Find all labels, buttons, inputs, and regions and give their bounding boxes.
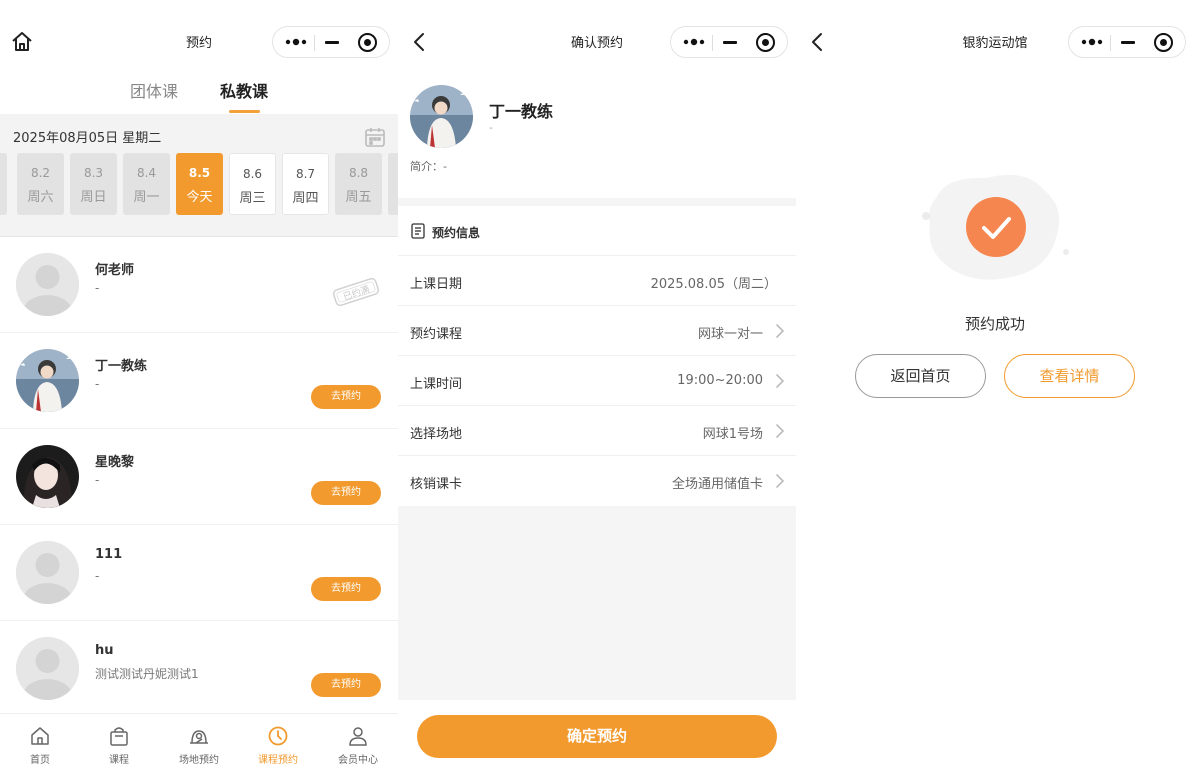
- tab-private-class[interactable]: 私教课: [220, 78, 268, 102]
- coach-row[interactable]: 何老师 - 已约满: [0, 237, 398, 333]
- info-row-card[interactable]: 核销课卡 全场通用储值卡: [398, 456, 796, 506]
- success-message: 预约成功: [964, 315, 1025, 333]
- active-tab-indicator: [229, 110, 260, 113]
- coach-row[interactable]: 星晚黎 - 去预约: [0, 429, 398, 525]
- coach-row[interactable]: 丁一教练 - 去预约: [0, 333, 398, 429]
- mini-program-capsule[interactable]: [1068, 26, 1186, 58]
- minimize-icon[interactable]: [723, 41, 737, 44]
- tabbar-item-venue[interactable]: 场地预约: [159, 714, 239, 772]
- coach-name: 星晚黎: [95, 455, 135, 470]
- avatar-placeholder: [16, 637, 79, 700]
- booking-info-card: 预约信息 上课日期 2025.08.05（周二） 预约课程 网球一对一 上课时间…: [398, 206, 796, 506]
- chevron-right-icon: [776, 324, 785, 338]
- success-check-icon: [966, 197, 1026, 257]
- book-button[interactable]: 去预约: [311, 385, 381, 409]
- capsule-divider: [314, 35, 315, 51]
- navbar: 确认预约: [398, 0, 796, 82]
- chevron-right-icon: [776, 474, 785, 488]
- venue-icon: [190, 730, 208, 744]
- info-row-venue[interactable]: 选择场地 网球1号场: [398, 406, 796, 456]
- avatar: [16, 349, 79, 412]
- bottom-tabbar: 首页 课程 场地预约 课程预约 会员中心: [0, 713, 398, 772]
- avatar: [16, 445, 79, 508]
- avatar-placeholder: [16, 253, 79, 316]
- coach-name: 111: [95, 547, 123, 562]
- book-button[interactable]: 去预约: [311, 673, 381, 697]
- tabbar-item-courses[interactable]: 课程: [79, 714, 159, 772]
- fully-booked-stamp-icon: 已约满: [332, 277, 380, 307]
- tabbar-item-member-center[interactable]: 会员中心: [318, 714, 398, 772]
- coach-intro: 简介：-: [410, 160, 447, 173]
- chevron-right-icon: [776, 424, 785, 438]
- mini-program-capsule[interactable]: [670, 26, 788, 58]
- day-item[interactable]: 8.6 周三: [229, 153, 276, 215]
- day-item-today[interactable]: 8.5 今天: [176, 153, 223, 215]
- coach-name: 丁一教练: [489, 102, 554, 121]
- user-icon: [349, 727, 367, 746]
- booking-success-screen: 银豹运动馆 预约成功 返回首页 查看详情: [796, 0, 1194, 772]
- document-icon: [411, 223, 425, 239]
- book-button[interactable]: 去预约: [311, 481, 381, 505]
- avatar: [410, 85, 473, 148]
- day-item[interactable]: 8.4 周一: [123, 153, 170, 215]
- bag-icon: [110, 727, 128, 746]
- avatar-placeholder: [16, 541, 79, 604]
- close-target-icon[interactable]: [358, 33, 377, 52]
- chevron-right-icon: [776, 374, 785, 388]
- info-row-course[interactable]: 预约课程 网球一对一: [398, 306, 796, 356]
- day-partial-left[interactable]: [0, 153, 7, 215]
- minimize-icon[interactable]: [1121, 41, 1135, 44]
- home-icon: [31, 727, 49, 745]
- tabbar-item-home[interactable]: 首页: [0, 714, 80, 772]
- tab-group-class[interactable]: 团体课: [130, 78, 178, 102]
- mini-program-capsule[interactable]: [272, 26, 390, 58]
- navbar: 银豹运动馆: [796, 0, 1194, 82]
- selected-date-label: 2025年08月05日 星期二: [13, 131, 162, 146]
- coach-list: 何老师 - 已约满 丁一教练 - 去预约 星晚黎 - 去预约 111 - 去预约…: [0, 237, 398, 717]
- booking-screen: 预约 团体课 私教课 2025年08月05日 星期二 8.2 周六 8.3 周日 8…: [0, 0, 398, 772]
- coach-row[interactable]: 111 - 去预约: [0, 525, 398, 621]
- close-target-icon[interactable]: [1154, 33, 1173, 52]
- coach-name: 丁一教练: [95, 359, 148, 374]
- more-dots-icon[interactable]: [285, 37, 309, 47]
- clock-icon: [268, 726, 288, 746]
- coach-row[interactable]: hu 测试测试丹妮测试1 去预约: [0, 621, 398, 717]
- tabbar-item-course-booking[interactable]: 课程预约: [238, 714, 318, 772]
- course-type-tabs: 团体课 私教课: [0, 70, 398, 114]
- coach-desc: 测试测试丹妮测试1: [95, 667, 199, 681]
- capsule-divider: [1110, 35, 1111, 51]
- info-row-time[interactable]: 上课时间 19:00~20:00: [398, 356, 796, 406]
- day-item[interactable]: 8.7 周四: [282, 153, 329, 215]
- booking-info-header: 预约信息: [398, 206, 796, 256]
- coach-desc: -: [95, 281, 100, 295]
- coach-name: 何老师: [95, 263, 135, 278]
- coach-name: hu: [95, 643, 114, 658]
- confirm-booking-button[interactable]: 确定预约: [417, 715, 777, 758]
- capsule-divider: [712, 35, 713, 51]
- more-dots-icon[interactable]: [1081, 37, 1105, 47]
- day-item[interactable]: 8.3 周日: [70, 153, 117, 215]
- coach-header: 丁一教练 - 简介：-: [398, 82, 796, 198]
- coach-desc: -: [95, 473, 100, 487]
- confirm-booking-screen: 确认预约 丁一教练 - 简介：- 预约信息 上课日期 2025.08.05（周二…: [398, 0, 796, 772]
- coach-desc: -: [95, 377, 100, 391]
- view-details-button[interactable]: 查看详情: [1004, 354, 1135, 398]
- minimize-icon[interactable]: [325, 41, 339, 44]
- book-button[interactable]: 去预约: [311, 577, 381, 601]
- back-home-button[interactable]: 返回首页: [855, 354, 986, 398]
- day-item[interactable]: 8.8 周五: [335, 153, 382, 215]
- day-partial-right[interactable]: [388, 153, 398, 215]
- info-row-date: 上课日期 2025.08.05（周二）: [398, 256, 796, 306]
- coach-desc: -: [95, 569, 100, 583]
- calendar-icon[interactable]: [364, 126, 386, 148]
- date-selector: 2025年08月05日 星期二 8.2 周六 8.3 周日 8.4 周一 8.5 今天 …: [0, 114, 398, 237]
- day-item[interactable]: 8.2 周六: [17, 153, 64, 215]
- more-dots-icon[interactable]: [683, 37, 707, 47]
- close-target-icon[interactable]: [756, 33, 775, 52]
- coach-subtitle: -: [489, 121, 493, 134]
